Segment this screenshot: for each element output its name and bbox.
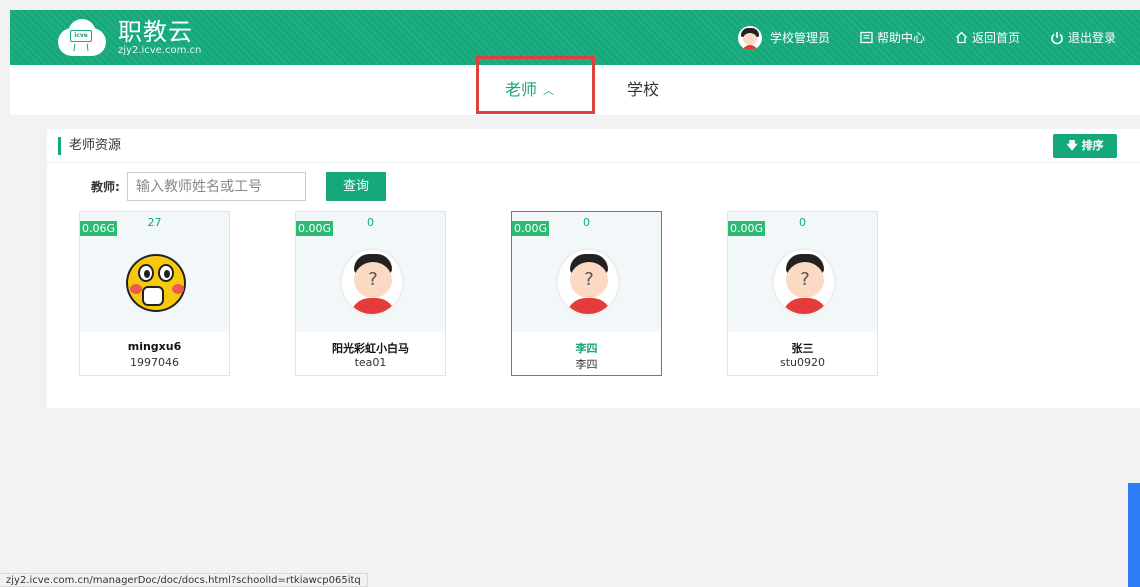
- teacher-card[interactable]: 0.00G 0 ? 阳光彩虹小白马 tea01: [295, 211, 446, 376]
- help-book-icon: [860, 31, 873, 44]
- teacher-search-input[interactable]: [127, 172, 306, 201]
- teacher-card[interactable]: 0.00G 0 ? 张三 stu0920: [727, 211, 878, 376]
- power-icon: [1050, 31, 1064, 45]
- teacher-name: mingxu6: [127, 340, 182, 353]
- site-logo[interactable]: icve 职教云 zjy2.icve.com.cn: [52, 16, 201, 60]
- search-button[interactable]: 查询: [326, 172, 386, 201]
- highlight-annotation: [476, 56, 595, 114]
- teacher-photo-area: 0.00G 0 ?: [728, 212, 877, 332]
- nav-logout[interactable]: 退出登录: [1050, 29, 1116, 46]
- default-avatar-icon: ?: [556, 248, 620, 316]
- nav-home[interactable]: 返回首页: [955, 29, 1020, 46]
- tab-school-label: 学校: [627, 80, 660, 99]
- teacher-name: 李四: [575, 342, 598, 355]
- teacher-code: tea01: [354, 356, 387, 369]
- teacher-code: 1997046: [130, 356, 179, 369]
- default-avatar-icon: ?: [340, 248, 404, 316]
- logo-badge-text: icve: [70, 30, 92, 42]
- status-bar-url: zjy2.icve.com.cn/managerDoc/doc/docs.htm…: [0, 573, 368, 587]
- resource-count: 27: [147, 216, 162, 229]
- duck-avatar-icon: [120, 250, 192, 320]
- teacher-resources-panel: 老师资源 🡇 排序 教师: 查询 0.06G 27 mingxu6 199704…: [47, 129, 1140, 408]
- logo-title: 职教云: [118, 18, 193, 46]
- sort-button-label: 排序: [1081, 139, 1104, 152]
- nav-school-admin[interactable]: 学校管理员: [737, 25, 830, 50]
- tab-school[interactable]: 学校: [627, 65, 659, 115]
- resource-count: 0: [583, 216, 590, 229]
- logo-subtitle: zjy2.icve.com.cn: [118, 45, 202, 56]
- sort-button[interactable]: 🡇 排序: [1053, 134, 1117, 158]
- teacher-search-label: 教师:: [91, 180, 120, 194]
- teacher-photo-area: 0.06G 27: [80, 212, 229, 332]
- resource-count: 0: [799, 216, 806, 229]
- cloud-logo-icon: icve: [52, 16, 112, 60]
- nav-school-admin-label: 学校管理员: [769, 31, 830, 45]
- teacher-photo-area: 0.00G 0 ?: [512, 212, 661, 332]
- teacher-card[interactable]: 0.06G 27 mingxu6 1997046: [79, 211, 230, 376]
- nav-home-label: 返回首页: [971, 31, 1020, 45]
- avatar-icon: [737, 25, 762, 50]
- teacher-code: stu0920: [779, 356, 825, 369]
- teacher-card-selected[interactable]: 0.00G 0 ? 李四 李四: [511, 211, 662, 376]
- title-accent-bar: [58, 137, 61, 155]
- nav-help-center[interactable]: 帮助中心: [860, 29, 925, 46]
- teacher-name: 阳光彩虹小白马: [332, 342, 409, 355]
- nav-logout-label: 退出登录: [1067, 31, 1116, 45]
- side-float-tab[interactable]: [1128, 483, 1140, 587]
- default-avatar-icon: ?: [772, 248, 836, 316]
- teacher-name: 张三: [791, 342, 814, 355]
- panel-title: 老师资源: [69, 138, 122, 153]
- arrow-down-icon: 🡇: [1066, 139, 1078, 152]
- resource-count: 0: [367, 216, 374, 229]
- teacher-code: 李四: [575, 358, 598, 371]
- nav-help-center-label: 帮助中心: [876, 31, 925, 45]
- teacher-photo-area: 0.00G 0 ?: [296, 212, 445, 332]
- header-nav: 学校管理员 帮助中心 返回首页 退出登录: [737, 10, 1140, 65]
- panel-header: 老师资源 🡇 排序: [47, 129, 1140, 163]
- home-icon: [955, 31, 968, 44]
